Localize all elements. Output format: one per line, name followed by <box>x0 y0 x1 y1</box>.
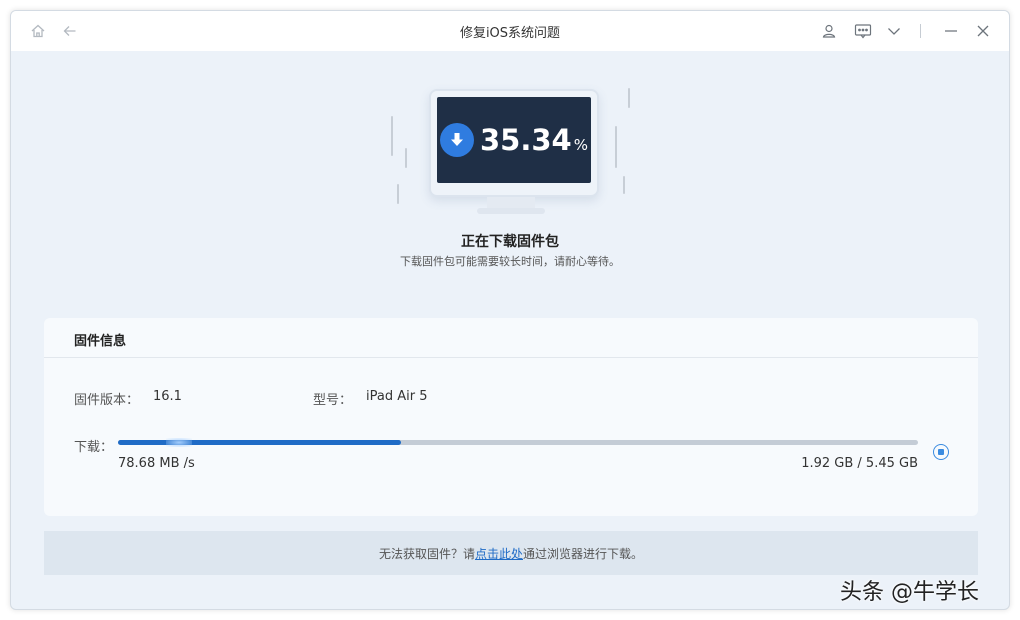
model-value: iPad Air 5 <box>366 389 428 404</box>
decor-line <box>397 184 399 204</box>
decor-line <box>405 148 407 168</box>
progress-glow <box>166 438 192 447</box>
firmware-version-value: 16.1 <box>153 389 182 404</box>
feedback-icon[interactable] <box>854 23 872 39</box>
download-progress-fill <box>118 440 401 445</box>
download-label: 下载： <box>74 440 114 455</box>
model-label: 型号： <box>313 393 353 408</box>
status-subtitle: 下载固件包可能需要较长时间，请耐心等待。 <box>400 255 620 268</box>
decor-line <box>628 88 630 108</box>
monitor-base <box>477 208 545 214</box>
progress-percent-sign: % <box>573 136 588 154</box>
firmware-info-header: 固件信息 <box>44 318 978 358</box>
manual-download-suffix: 通过浏览器进行下载。 <box>523 547 644 561</box>
title-bar: 修复iOS系统问题 <box>11 11 1009 51</box>
firmware-info-card: 固件信息 固件版本： 16.1 型号： iPad Air 5 下载： 78.68… <box>44 318 978 516</box>
decor-line <box>615 126 617 168</box>
decor-line <box>391 116 393 156</box>
chevron-down-icon[interactable] <box>886 23 902 39</box>
manual-download-link[interactable]: 点击此处 <box>475 547 523 561</box>
app-window: 修复iOS系统问题 35.34 % 正在下载固件包 下载固件包可能需要较长时间，… <box>10 10 1010 610</box>
download-speed: 78.68 MB /s <box>118 456 195 471</box>
progress-percent: 35.34 <box>480 123 572 157</box>
titlebar-divider <box>920 24 921 38</box>
download-arrow-icon <box>440 123 474 157</box>
stop-icon <box>938 449 944 455</box>
firmware-version-label: 固件版本： <box>74 393 140 408</box>
stop-download-button[interactable] <box>933 444 949 460</box>
watermark: 头条 @牛学长 <box>840 580 979 605</box>
download-illustration: 35.34 % <box>391 86 631 226</box>
close-icon[interactable] <box>975 23 991 39</box>
minimize-icon[interactable] <box>943 23 959 39</box>
monitor-graphic: 35.34 % <box>429 89 599 197</box>
monitor-screen: 35.34 % <box>437 97 591 183</box>
user-icon[interactable] <box>821 23 837 39</box>
manual-download-text: 无法获取固件？请点击此处通过浏览器进行下载。 <box>44 545 978 562</box>
manual-download-bar: 无法获取固件？请点击此处通过浏览器进行下载。 <box>44 531 978 575</box>
manual-download-prefix: 无法获取固件？请 <box>378 547 475 561</box>
decor-line <box>623 176 625 194</box>
status-title: 正在下载固件包 <box>461 234 559 250</box>
firmware-info-title: 固件信息 <box>74 334 127 349</box>
download-size: 1.92 GB / 5.45 GB <box>801 456 918 471</box>
download-progress-bar <box>118 438 918 447</box>
